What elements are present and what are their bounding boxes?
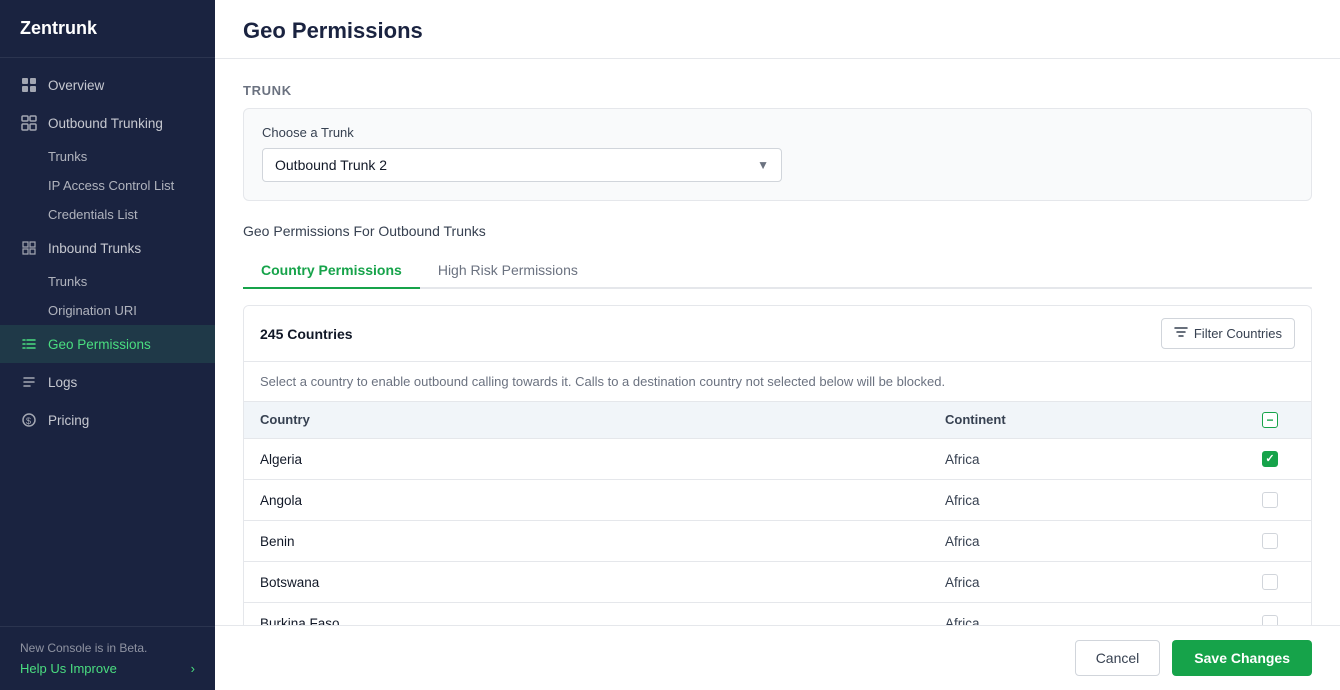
sidebar-item-inbound[interactable]: Inbound Trunks [0,229,215,267]
cell-country: Botswana [260,575,945,590]
sidebar: Zentrunk Overview [0,0,215,690]
tab-country-permissions[interactable]: Country Permissions [243,253,420,289]
choose-trunk-box: Choose a Trunk Outbound Trunk 2 ▼ [243,108,1312,201]
logs-icon [20,373,38,391]
sidebar-item-label-logs: Logs [48,375,77,390]
sidebar-subitem-ip-access-control[interactable]: IP Access Control List [0,171,215,200]
filter-icon [1174,325,1188,342]
save-changes-button[interactable]: Save Changes [1172,640,1312,676]
cell-continent: Africa [945,575,1245,590]
countries-count: 245 Countries [260,326,353,342]
sidebar-subitem-trunks-in[interactable]: Trunks [0,267,215,296]
main-content: Geo Permissions Trunk Choose a Trunk Out… [215,0,1340,690]
cell-check [1245,533,1295,549]
cell-continent: Africa [945,493,1245,508]
cell-continent: Africa [945,452,1245,467]
row-checkbox-botswana[interactable] [1262,574,1278,590]
cell-check [1245,615,1295,625]
table-scroll-area: Algeria Africa Angola Africa Benin [244,439,1311,625]
sidebar-item-logs[interactable]: Logs [0,363,215,401]
page-header: Geo Permissions [215,0,1340,59]
filter-countries-button[interactable]: Filter Countries [1161,318,1295,349]
geo-section-title: Geo Permissions For Outbound Trunks [243,223,1312,239]
footer: Cancel Save Changes [215,625,1340,690]
chevron-right-icon: › [191,661,195,676]
sidebar-item-label-pricing: Pricing [48,413,89,428]
sidebar-item-label-inbound: Inbound Trunks [48,241,141,256]
table-row: Burkina Faso Africa [244,603,1311,625]
col-header-continent: Continent [945,412,1245,428]
sidebar-item-geo-permissions[interactable]: Geo Permissions [0,325,215,363]
cell-continent: Africa [945,616,1245,626]
row-checkbox-algeria[interactable] [1262,451,1278,467]
col-header-country: Country [260,412,945,428]
beta-text: New Console is in Beta. [20,641,147,655]
sidebar-bottom: New Console is in Beta. Help Us Improve … [0,626,215,690]
cell-country: Burkina Faso [260,616,945,626]
sidebar-item-label-overview: Overview [48,78,104,93]
table-column-headers: Country Continent [244,402,1311,439]
tab-high-risk-permissions[interactable]: High Risk Permissions [420,253,596,289]
cancel-button[interactable]: Cancel [1075,640,1161,676]
geo-icon [20,335,38,353]
table-header-bar: 245 Countries Filter Countries [244,306,1311,362]
inbound-icon [20,239,38,257]
sidebar-subitem-origination-uri[interactable]: Origination URI [0,296,215,325]
grid-icon [20,76,38,94]
cell-check [1245,492,1295,508]
sidebar-nav: Overview Outbound Trunking Trunks IP Acc… [0,58,215,626]
outbound-icon [20,114,38,132]
col-header-check [1245,412,1295,428]
sidebar-item-outbound[interactable]: Outbound Trunking [0,104,215,142]
cell-country: Angola [260,493,945,508]
sidebar-subitem-trunks-out[interactable]: Trunks [0,142,215,171]
cell-country: Benin [260,534,945,549]
selected-trunk-value: Outbound Trunk 2 [275,157,387,173]
countries-table-container: 245 Countries Filter Countries Select a … [243,305,1312,625]
help-link[interactable]: Help Us Improve › [20,661,195,676]
trunk-section-label: Trunk [243,83,1312,98]
table-row: Botswana Africa [244,562,1311,603]
cell-country: Algeria [260,452,945,467]
app-logo: Zentrunk [0,0,215,58]
sidebar-item-pricing[interactable]: $ Pricing [0,401,215,439]
sidebar-item-overview[interactable]: Overview [0,66,215,104]
pricing-icon: $ [20,411,38,429]
trunk-select-dropdown[interactable]: Outbound Trunk 2 ▼ [262,148,782,182]
choose-trunk-label: Choose a Trunk [262,125,1293,140]
dropdown-arrow-icon: ▼ [757,158,769,172]
select-all-checkbox[interactable] [1262,412,1278,428]
row-checkbox-burkina-faso[interactable] [1262,615,1278,625]
svg-text:$: $ [26,416,31,426]
row-checkbox-benin[interactable] [1262,533,1278,549]
sidebar-item-label-geo: Geo Permissions [48,337,151,352]
cell-check [1245,574,1295,590]
sidebar-item-label-outbound: Outbound Trunking [48,116,163,131]
cell-continent: Africa [945,534,1245,549]
page-title: Geo Permissions [243,18,1312,44]
table-row: Benin Africa [244,521,1311,562]
permissions-tabs: Country Permissions High Risk Permission… [243,253,1312,289]
table-row: Angola Africa [244,480,1311,521]
info-text: Select a country to enable outbound call… [244,362,1311,402]
main-body: Trunk Choose a Trunk Outbound Trunk 2 ▼ … [215,59,1340,625]
sidebar-subitem-credentials[interactable]: Credentials List [0,200,215,229]
row-checkbox-angola[interactable] [1262,492,1278,508]
table-row: Algeria Africa [244,439,1311,480]
cell-check [1245,451,1295,467]
